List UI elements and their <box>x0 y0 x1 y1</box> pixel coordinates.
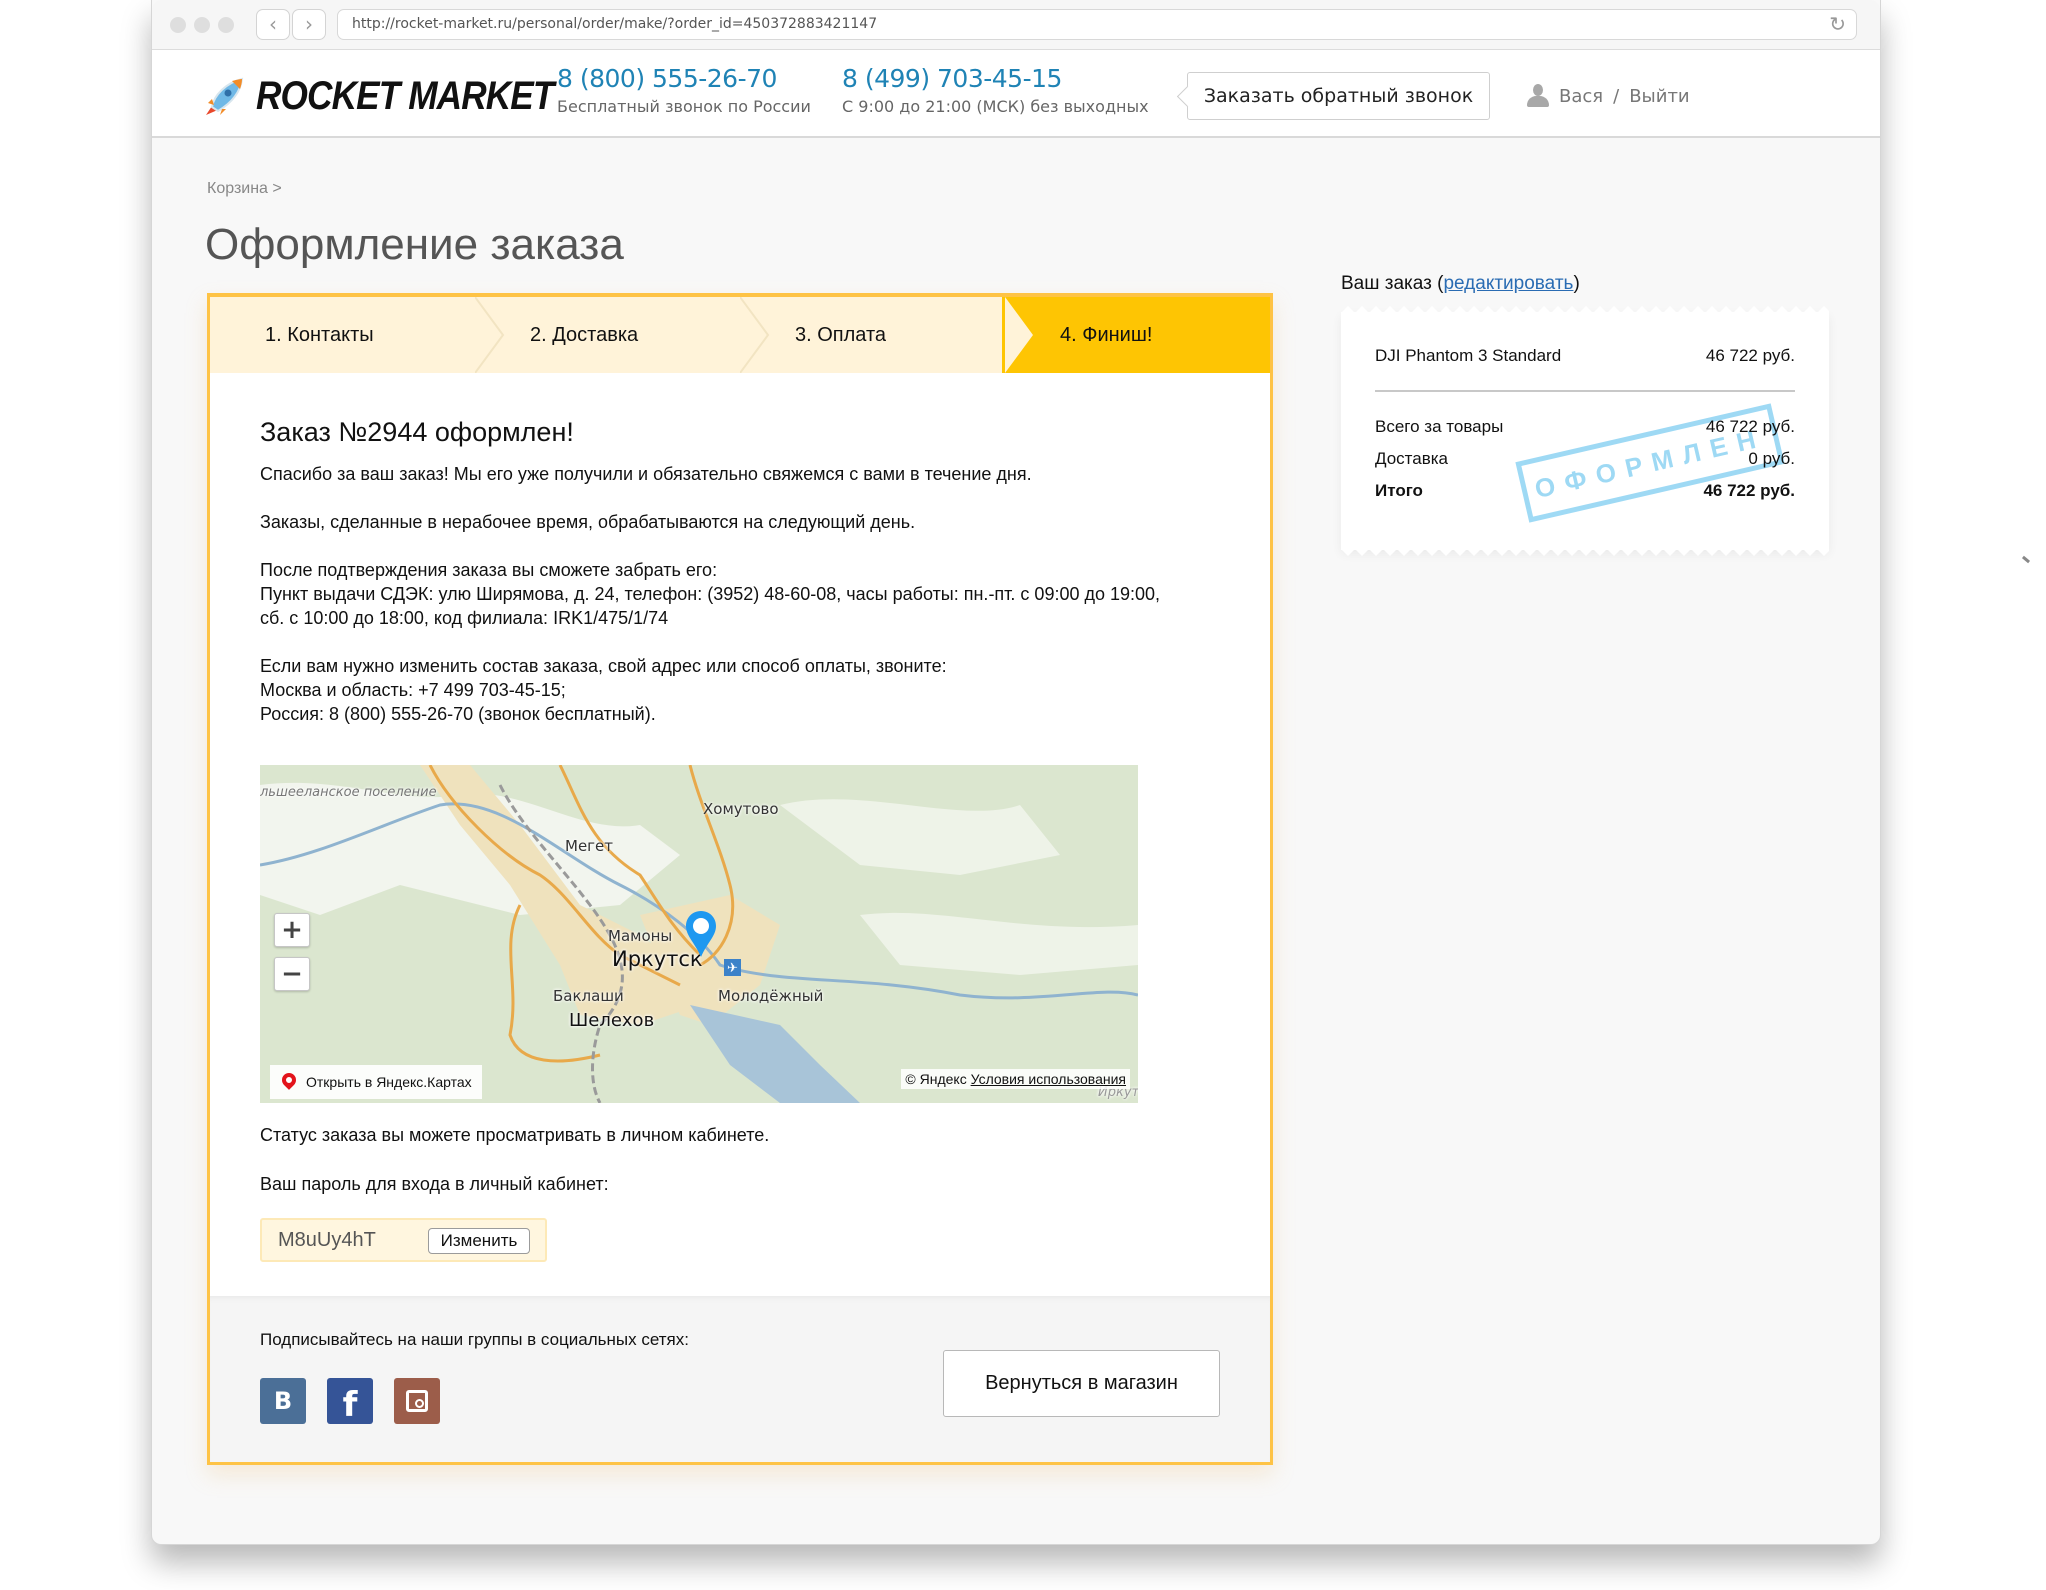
user-menu: Вася / Выйти <box>1527 84 1690 108</box>
back-button[interactable]: ‹ <box>256 9 290 40</box>
password-box: M8uUy4hT Изменить <box>260 1218 547 1262</box>
window-close-button[interactable] <box>170 17 186 33</box>
airport-icon: ✈ <box>724 959 741 976</box>
map-label-molodezhny: Молодёжный <box>718 987 824 1005</box>
order-title: Заказ №2944 оформлен! <box>260 417 574 447</box>
step-separator <box>475 297 505 373</box>
logo[interactable]: ROCKET MARKET <box>202 74 594 119</box>
page-title: Оформление заказа <box>205 220 624 269</box>
delivery-row: Доставка 0 руб. <box>1375 449 1795 468</box>
phone-block-moscow: 8 (499) 703-45-15 С 9:00 до 21:00 (МСК) … <box>842 64 1149 116</box>
phone-caption: Бесплатный звонок по России <box>557 97 811 116</box>
map-pin-icon <box>279 1070 299 1090</box>
chevron-right-icon: › <box>305 12 313 36</box>
phone-caption: С 9:00 до 21:00 (МСК) без выходных <box>842 97 1149 116</box>
social-label: Подписывайтесь на наши группы в социальн… <box>260 1330 689 1349</box>
pickup-map[interactable]: льшееланское поселение Хомутово Мегет Ма… <box>260 765 1138 1103</box>
location-pin-icon[interactable] <box>683 909 719 959</box>
reload-icon[interactable]: ↻ <box>1829 10 1846 39</box>
logo-text: ROCKET MARKET <box>256 74 554 118</box>
url-text: http://rocket-market.ru/personal/order/m… <box>352 16 878 32</box>
open-in-yandex-maps-link[interactable]: Открыть в Яндекс.Картах <box>270 1065 482 1099</box>
address-bar[interactable]: http://rocket-market.ru/personal/order/m… <box>337 9 1857 40</box>
map-copyright: © Яндекс Условия использования <box>901 1069 1130 1089</box>
logout-link[interactable]: Выйти <box>1629 86 1689 107</box>
thanks-text: Спасибо за ваш заказ! Мы его уже получил… <box>260 464 1032 484</box>
step-separator <box>740 297 770 373</box>
password-value: M8uUy4hT <box>278 1229 376 1251</box>
breadcrumb[interactable]: Корзина > <box>207 180 282 198</box>
pickup-intro: После подтверждения заказа вы сможете за… <box>260 560 718 580</box>
vk-icon[interactable]: B <box>260 1378 306 1424</box>
receipt-divider <box>1375 390 1795 392</box>
callback-button[interactable]: Заказать обратный звонок <box>1187 72 1490 120</box>
checkout-card: 1. Контакты 2. Доставка 3. Оплата 4. Фин… <box>207 293 1273 1465</box>
forward-button[interactable]: › <box>292 9 326 40</box>
step-payment[interactable]: 3. Оплата <box>795 297 886 373</box>
chevron-left-icon: ‹ <box>269 12 277 36</box>
change-intro: Если вам нужно изменить состав заказа, с… <box>260 656 947 676</box>
receipt-item-row: DJI Phantom 3 Standard 46 722 руб. <box>1375 346 1795 366</box>
phone-block-free: 8 (800) 555-26-70 Бесплатный звонок по Р… <box>557 64 811 116</box>
site-header: ROCKET MARKET 8 (800) 555-26-70 Бесплатн… <box>152 50 1880 138</box>
map-label-settlement: льшееланское поселение <box>260 785 437 800</box>
map-label-baklashi: Баклаши <box>553 987 624 1005</box>
cursor-fragment <box>2021 555 2031 564</box>
step-contacts[interactable]: 1. Контакты <box>265 297 374 373</box>
user-icon <box>1527 84 1549 108</box>
map-label-meget: Мегет <box>565 837 614 855</box>
order-receipt: DJI Phantom 3 Standard 46 722 руб. ОФОРМ… <box>1341 305 1829 557</box>
step-delivery[interactable]: 2. Доставка <box>530 297 638 373</box>
status-info-text: Статус заказа вы можете просматривать в … <box>260 1125 770 1145</box>
window-maximize-button[interactable] <box>218 17 234 33</box>
total-row: Итого 46 722 руб. <box>1375 481 1795 500</box>
receipt-top-edge <box>1341 305 1829 313</box>
card-footer: Подписывайтесь на наши группы в социальн… <box>210 1296 1270 1462</box>
change-russia-phone: Россия: 8 (800) 555-26-70 (звонок беспла… <box>260 704 656 724</box>
pickup-address-line2: сб. с 10:00 до 18:00, код филиала: IRK1/… <box>260 608 669 628</box>
map-label-khomutovo: Хомутово <box>703 800 779 818</box>
offhours-text: Заказы, сделанные в нерабочее время, обр… <box>260 512 916 532</box>
facebook-icon[interactable]: f <box>327 1378 373 1425</box>
phone-number[interactable]: 8 (800) 555-26-70 <box>557 64 811 93</box>
receipt-bottom-edge <box>1341 549 1829 557</box>
order-summary-title: Ваш заказ (редактировать) <box>1341 273 1580 294</box>
map-label-shelekhov: Шелехов <box>569 1010 655 1031</box>
return-to-shop-button[interactable]: Вернуться в магазин <box>943 1350 1220 1417</box>
map-terms-link[interactable]: Условия использования <box>971 1071 1126 1087</box>
change-password-button[interactable]: Изменить <box>428 1228 530 1254</box>
order-confirmation: Заказ №2944 оформлен! Спасибо за ваш зак… <box>260 417 1240 726</box>
step-separator <box>1005 297 1033 373</box>
checkout-steps: 1. Контакты 2. Доставка 3. Оплата 4. Фин… <box>210 297 1270 373</box>
browser-titlebar: ‹ › http://rocket-market.ru/personal/ord… <box>152 0 1880 50</box>
browser-window: ‹ › http://rocket-market.ru/personal/ord… <box>151 0 1881 1545</box>
instagram-icon[interactable] <box>394 1378 440 1424</box>
phone-number[interactable]: 8 (499) 703-45-15 <box>842 64 1149 93</box>
item-name: DJI Phantom 3 Standard <box>1375 346 1562 365</box>
map-zoom-out-button[interactable]: − <box>274 957 310 991</box>
user-name-link[interactable]: Вася <box>1559 86 1603 107</box>
user-separator: / <box>1613 85 1620 107</box>
rocket-icon <box>206 77 244 115</box>
step-finish[interactable]: 4. Финиш! <box>1060 297 1152 373</box>
pickup-address-line1: Пункт выдачи СДЭК: улю Ширямова, д. 24, … <box>260 584 1161 604</box>
change-moscow-phone: Москва и область: +7 499 703-45-15; <box>260 680 566 700</box>
item-price: 46 722 руб. <box>1705 346 1795 365</box>
map-label-mamony: Мамоны <box>608 927 673 945</box>
map-zoom-in-button[interactable]: + <box>274 913 310 947</box>
password-label: Ваш пароль для входа в личный кабинет: <box>260 1174 609 1194</box>
window-minimize-button[interactable] <box>194 17 210 33</box>
subtotal-row: Всего за товары 46 722 руб. <box>1375 417 1795 436</box>
edit-order-link[interactable]: редактировать <box>1443 273 1573 294</box>
